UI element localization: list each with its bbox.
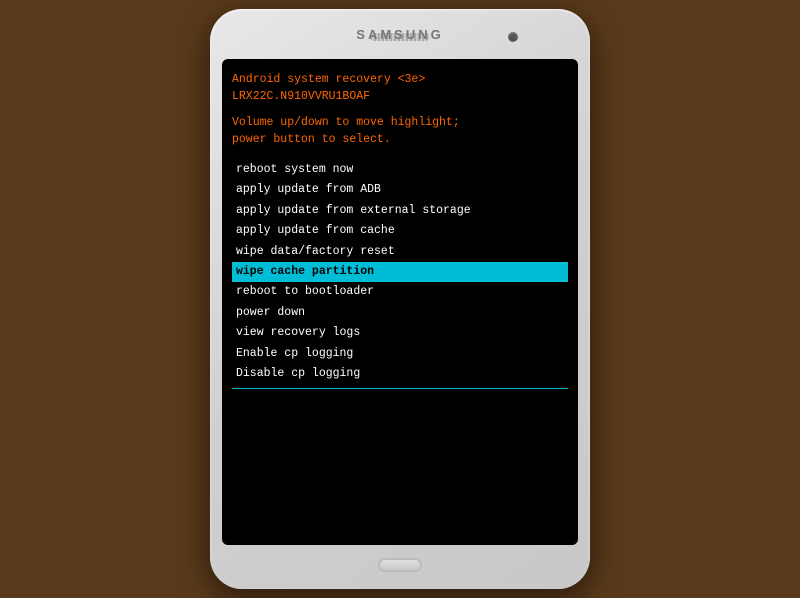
- instructions-line2: power button to select.: [232, 131, 568, 148]
- menu-item-enable-cp-logging[interactable]: Enable cp logging: [232, 344, 568, 364]
- phone-top-bar: SAMSUNG: [222, 19, 578, 55]
- recovery-title-line1: Android system recovery <3e>: [232, 71, 568, 88]
- menu-item-power-down[interactable]: power down: [232, 303, 568, 323]
- instructions-line1: Volume up/down to move highlight;: [232, 114, 568, 131]
- samsung-logo: SAMSUNG: [356, 27, 443, 42]
- menu-item-apply-update-external[interactable]: apply update from external storage: [232, 201, 568, 221]
- phone-device: SAMSUNG Android system recovery <3e> LRX…: [210, 9, 590, 589]
- menu-item-reboot-system[interactable]: reboot system now: [232, 160, 568, 180]
- menu-item-apply-update-adb[interactable]: apply update from ADB: [232, 180, 568, 200]
- recovery-menu: reboot system nowapply update from ADBap…: [232, 160, 568, 384]
- recovery-instructions: Volume up/down to move highlight; power …: [232, 114, 568, 149]
- recovery-title-line2: LRX22C.N910VVRU1BOAF: [232, 88, 568, 105]
- menu-item-wipe-data[interactable]: wipe data/factory reset: [232, 242, 568, 262]
- home-button[interactable]: [378, 558, 422, 572]
- menu-item-apply-update-cache[interactable]: apply update from cache: [232, 221, 568, 241]
- menu-item-wipe-cache[interactable]: wipe cache partition: [232, 262, 568, 282]
- menu-item-view-recovery-logs[interactable]: view recovery logs: [232, 323, 568, 343]
- camera-dot: [508, 32, 518, 42]
- recovery-header: Android system recovery <3e> LRX22C.N910…: [232, 71, 568, 106]
- menu-item-disable-cp-logging[interactable]: Disable cp logging: [232, 364, 568, 384]
- phone-bottom-bar: [378, 551, 422, 579]
- menu-item-reboot-bootloader[interactable]: reboot to bootloader: [232, 282, 568, 302]
- menu-divider: [232, 388, 568, 389]
- phone-screen: Android system recovery <3e> LRX22C.N910…: [222, 59, 578, 545]
